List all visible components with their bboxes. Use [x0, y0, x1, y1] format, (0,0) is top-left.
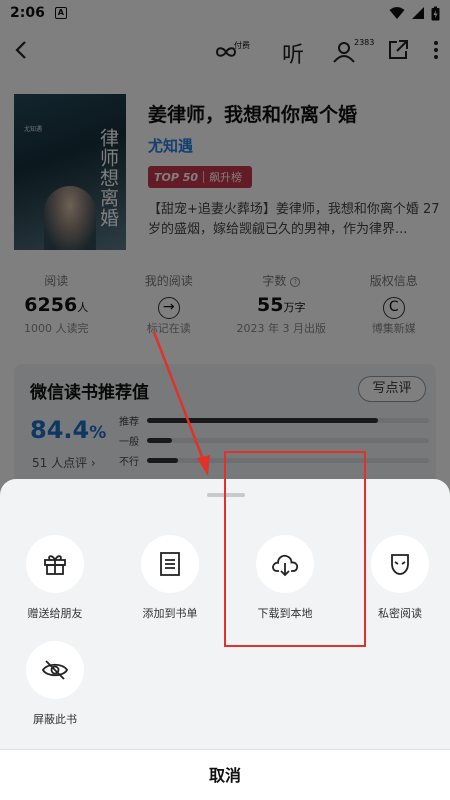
option-label: 赠送给朋友 [27, 607, 83, 620]
block-book-option[interactable]: 屏蔽此书 [5, 641, 105, 727]
cancel-button[interactable]: 取消 [0, 749, 450, 800]
eye-off-icon [41, 660, 69, 680]
annotation-highlight-box [224, 451, 366, 647]
gift-icon [44, 555, 66, 575]
option-label: 屏蔽此书 [33, 713, 77, 726]
option-label: 添加到书单 [142, 607, 198, 620]
add-to-booklist-option[interactable]: 添加到书单 [120, 535, 220, 621]
mask-icon [391, 554, 409, 575]
gift-to-friend-option[interactable]: 赠送给朋友 [5, 535, 105, 621]
list-icon [160, 552, 180, 576]
